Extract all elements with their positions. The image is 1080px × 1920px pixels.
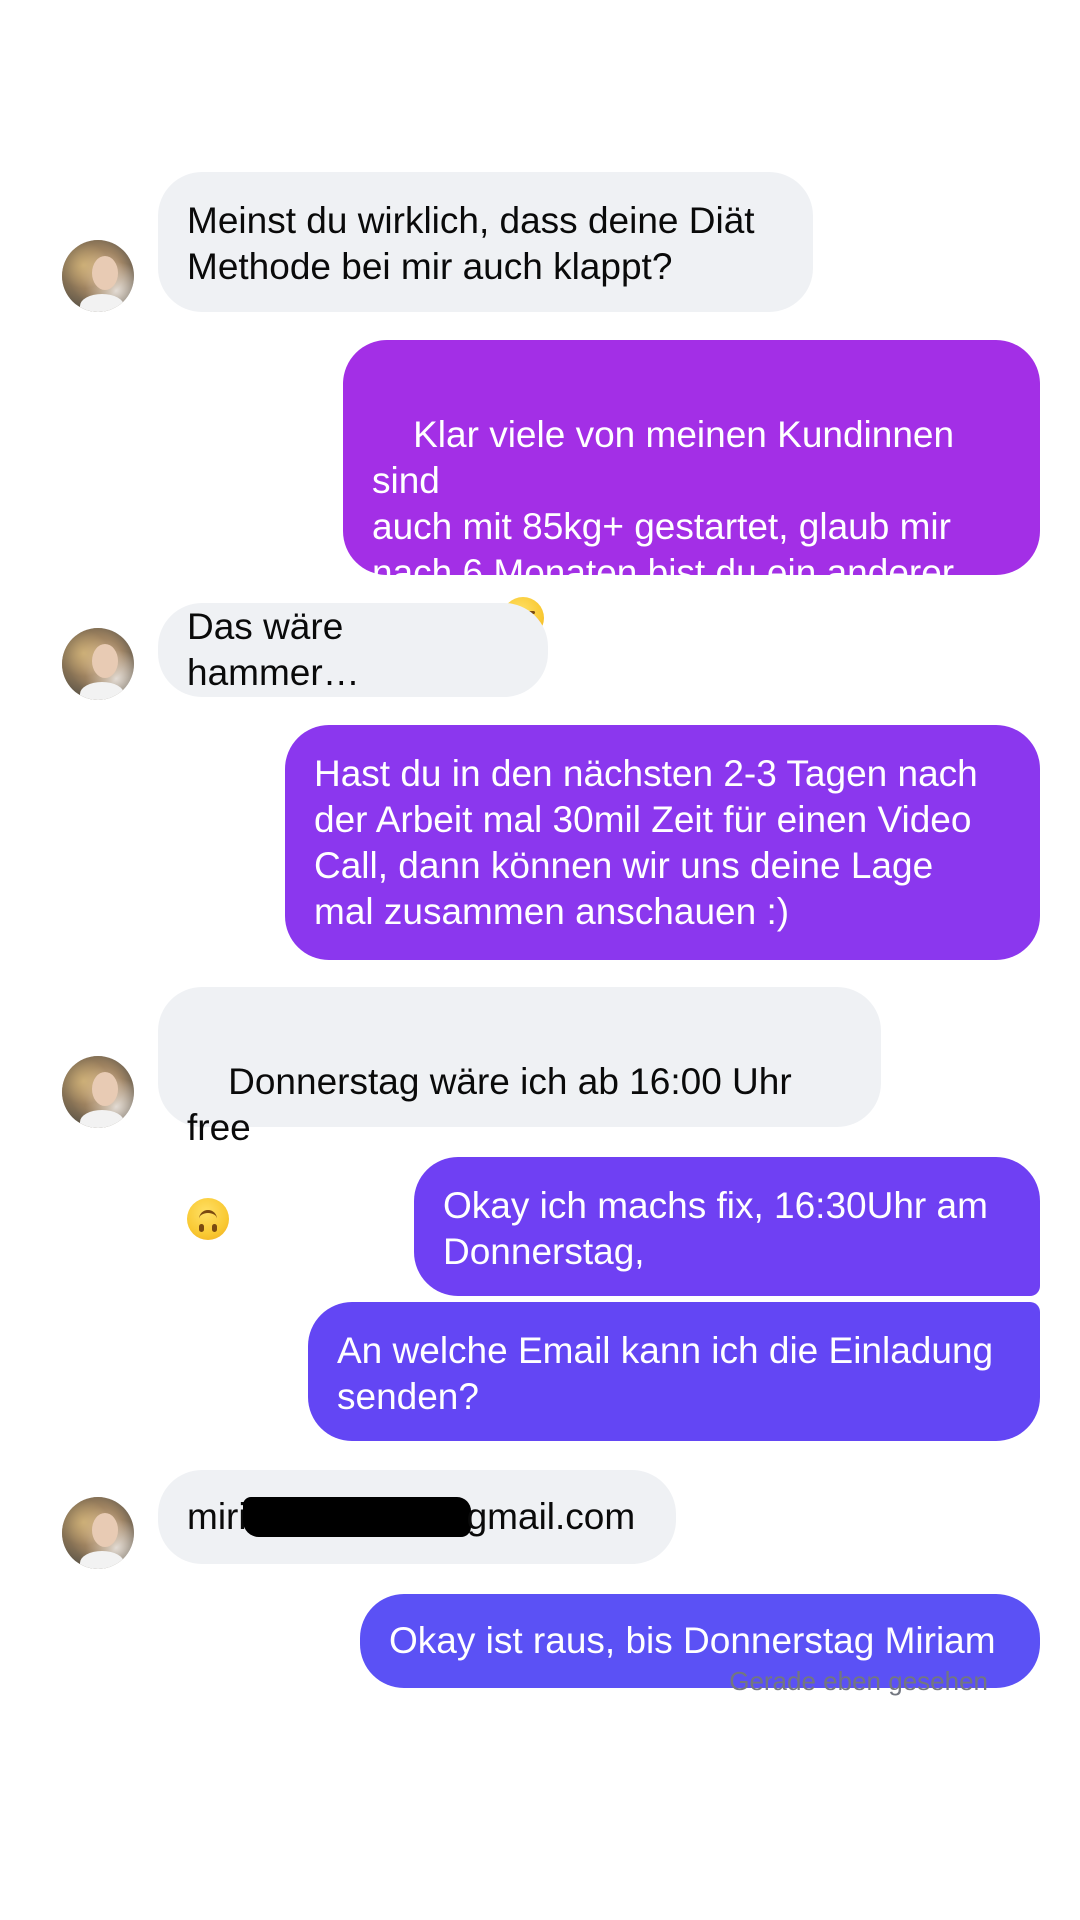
message-outgoing[interactable]: Okay ich machs fix, 16:30Uhr am Donnerst… — [414, 1157, 1040, 1296]
redaction-block — [242, 1497, 471, 1537]
message-outgoing[interactable]: Klar viele von meinen Kundinnen sind auc… — [343, 340, 1040, 639]
contact-avatar[interactable] — [62, 1497, 134, 1569]
seen-status: Gerade eben gesehen — [729, 1666, 988, 1696]
message-incoming[interactable]: Das wäre hammer… — [158, 603, 548, 697]
message-incoming[interactable]: Donnerstag wäre ich ab 16:00 Uhr free — [158, 987, 881, 1240]
message-text-prefix: miri — [187, 1496, 247, 1537]
upside-down-face-emoji — [187, 1198, 229, 1240]
contact-avatar[interactable] — [62, 1056, 134, 1128]
message-outgoing[interactable]: Hast du in den nächsten 2-3 Tagen nach d… — [285, 725, 1040, 960]
contact-avatar[interactable] — [62, 240, 134, 312]
message-incoming[interactable]: miri gmail.com — [158, 1470, 676, 1564]
message-incoming[interactable]: Meinst du wirklich, dass deine Diät Meth… — [158, 172, 813, 312]
message-text: Donnerstag wäre ich ab 16:00 Uhr free — [187, 1061, 802, 1148]
chat-thread: Meinst du wirklich, dass deine Diät Meth… — [0, 0, 1080, 1920]
message-outgoing[interactable]: An welche Email kann ich die Einladung s… — [308, 1302, 1040, 1441]
contact-avatar[interactable] — [62, 628, 134, 700]
message-text-suffix: gmail.com — [466, 1496, 636, 1537]
